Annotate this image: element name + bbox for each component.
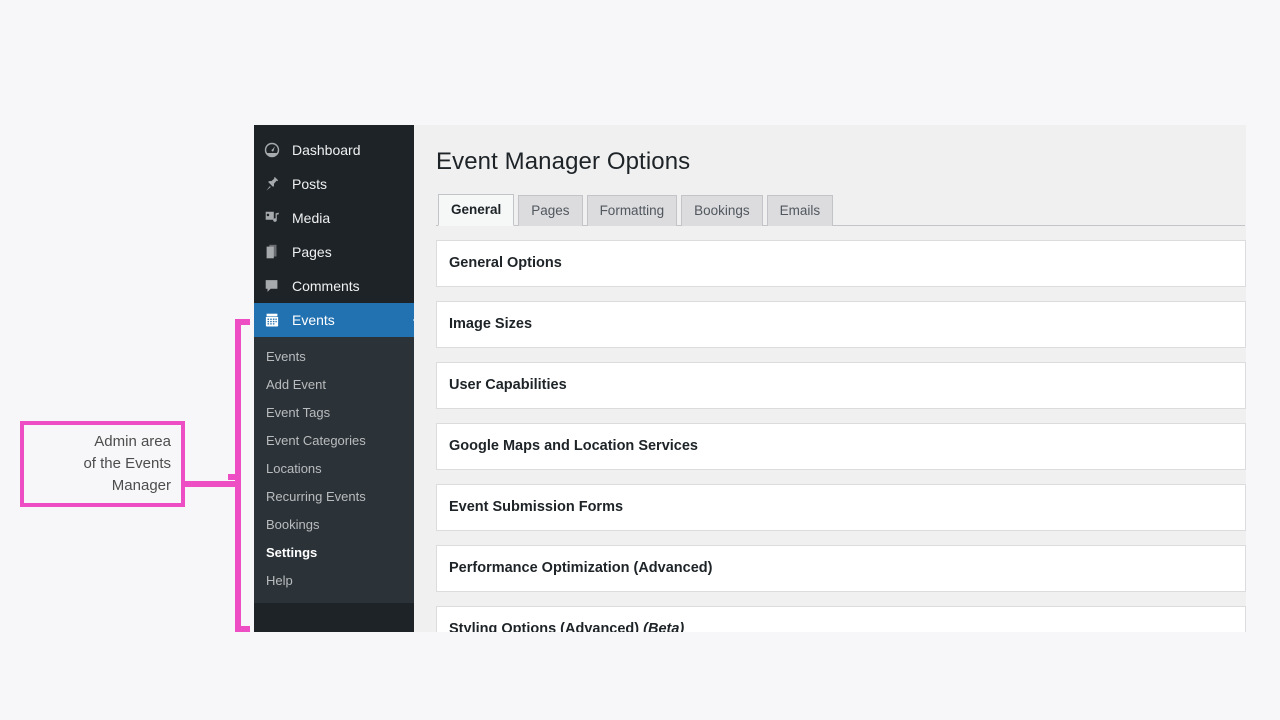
sidebar-item-label: Media	[292, 210, 330, 226]
submenu-item-settings[interactable]: Settings	[254, 539, 414, 567]
admin-screenshot: Dashboard Posts Media	[254, 125, 1246, 632]
panel-performance-optimization[interactable]: Performance Optimization (Advanced)	[436, 545, 1246, 592]
annotation-bracket-vertical	[235, 319, 241, 632]
annotation-callout: Admin area of the Events Manager	[20, 421, 185, 507]
sidebar-item-label: Posts	[292, 176, 327, 192]
submenu-item-help[interactable]: Help	[254, 567, 414, 595]
admin-sidebar: Dashboard Posts Media	[254, 125, 414, 632]
callout-line-1: Admin area	[94, 431, 171, 453]
submenu-item-recurring-events[interactable]: Recurring Events	[254, 483, 414, 511]
callout-line-3: Manager	[112, 475, 171, 497]
panel-image-sizes[interactable]: Image Sizes	[436, 301, 1246, 348]
sidebar-item-label: Dashboard	[292, 142, 361, 158]
sidebar-item-dashboard[interactable]: Dashboard	[254, 133, 414, 167]
sidebar-item-label: Events	[292, 312, 335, 328]
panel-title: Google Maps and Location Services	[449, 437, 1233, 455]
tab-bookings[interactable]: Bookings	[681, 195, 763, 226]
sidebar-item-media[interactable]: Media	[254, 201, 414, 235]
sidebar-item-pages[interactable]: Pages	[254, 235, 414, 269]
callout-line-2: of the Events	[83, 453, 171, 475]
panel-title: Image Sizes	[449, 315, 1233, 333]
sidebar-item-events[interactable]: Events	[254, 303, 414, 337]
beta-label: (Beta)	[643, 621, 684, 632]
media-icon	[262, 208, 282, 228]
panel-styling-options[interactable]: Styling Options (Advanced) (Beta)	[436, 606, 1246, 632]
calendar-globe-icon	[262, 310, 282, 330]
panel-event-submission-forms[interactable]: Event Submission Forms	[436, 484, 1246, 531]
panel-title: Event Submission Forms	[449, 498, 1233, 516]
panel-title: User Capabilities	[449, 376, 1233, 394]
submenu-item-events[interactable]: Events	[254, 343, 414, 371]
submenu-item-add-event[interactable]: Add Event	[254, 371, 414, 399]
pin-icon	[262, 174, 282, 194]
panel-general-options[interactable]: General Options	[436, 240, 1246, 287]
page-title: Event Manager Options	[436, 147, 1246, 177]
sidebar-item-label: Comments	[292, 278, 360, 294]
tab-general[interactable]: General	[438, 194, 514, 226]
pages-icon	[262, 242, 282, 262]
sidebar-item-posts[interactable]: Posts	[254, 167, 414, 201]
panel-title: Performance Optimization (Advanced)	[449, 559, 1233, 577]
annotation-connector-line	[185, 481, 240, 487]
comment-icon	[262, 276, 282, 296]
submenu-item-bookings[interactable]: Bookings	[254, 511, 414, 539]
panel-user-capabilities[interactable]: User Capabilities	[436, 362, 1246, 409]
annotation-bracket-top-arm	[235, 319, 250, 325]
submenu-item-event-categories[interactable]: Event Categories	[254, 427, 414, 455]
dashboard-icon	[262, 140, 282, 160]
events-submenu: Events Add Event Event Tags Event Catego…	[254, 337, 414, 603]
panel-title: Styling Options (Advanced) (Beta)	[449, 620, 1233, 632]
settings-panel-list: General Options Image Sizes User Capabil…	[436, 240, 1246, 632]
sidebar-item-comments[interactable]: Comments	[254, 269, 414, 303]
admin-content: Event Manager Options General Pages Form…	[414, 125, 1246, 632]
submenu-item-event-tags[interactable]: Event Tags	[254, 399, 414, 427]
submenu-item-locations[interactable]: Locations	[254, 455, 414, 483]
tab-pages[interactable]: Pages	[518, 195, 582, 226]
tab-formatting[interactable]: Formatting	[587, 195, 678, 226]
sidebar-item-label: Pages	[292, 244, 332, 260]
tab-emails[interactable]: Emails	[767, 195, 834, 226]
panel-title-text: Styling Options (Advanced)	[449, 621, 643, 632]
settings-tab-bar: General Pages Formatting Bookings Emails	[436, 193, 1245, 226]
panel-google-maps-location-services[interactable]: Google Maps and Location Services	[436, 423, 1246, 470]
annotation-bracket-bottom-arm	[235, 626, 250, 632]
panel-title: General Options	[449, 254, 1233, 272]
